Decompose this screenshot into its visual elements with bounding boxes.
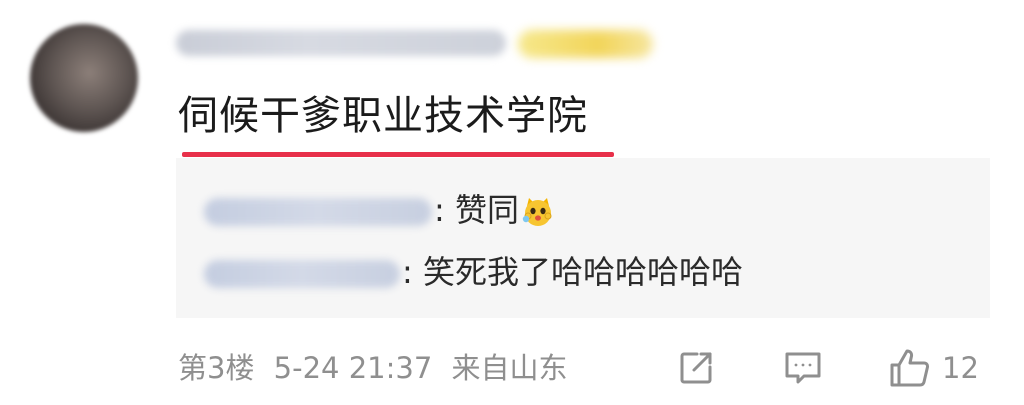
replies-box[interactable]: : 赞同 : 笑死我了哈哈哈哈哈哈	[176, 158, 990, 318]
avatar[interactable]	[30, 24, 138, 132]
reply-text: : 赞同	[434, 191, 519, 229]
like-button[interactable]: 12	[888, 346, 979, 390]
comment-icon	[785, 352, 821, 384]
reply-author-redacted[interactable]	[204, 260, 400, 288]
reply-item[interactable]: : 赞同	[176, 188, 555, 232]
location: 来自山东	[451, 351, 568, 385]
highlight-underline	[182, 152, 614, 157]
comment-text: 伺候干爹职业技术学院	[178, 93, 588, 139]
share-icon	[680, 352, 712, 384]
floor-number: 第3楼	[178, 351, 255, 385]
reply-text: : 笑死我了哈哈哈哈哈哈	[402, 253, 743, 291]
like-count: 12	[942, 351, 979, 385]
reply-item[interactable]: : 笑死我了哈哈哈哈哈哈	[176, 250, 743, 294]
reply-author-redacted[interactable]	[204, 198, 432, 226]
comment-meta: 第3楼 5-24 21:37 来自山东	[178, 348, 578, 388]
reply-button[interactable]	[782, 346, 824, 390]
timestamp: 5-24 21:37	[273, 351, 433, 385]
username-redacted[interactable]	[176, 30, 506, 56]
thumbs-up-icon	[890, 349, 930, 387]
user-badge-redacted	[518, 30, 653, 58]
comment-card: 伺候干爹职业技术学院 : 赞同 : 笑死我了哈哈哈哈哈哈 第3楼 5-24 21…	[0, 0, 1024, 405]
smiling-cat-emoji-icon	[521, 195, 555, 229]
share-button[interactable]	[676, 346, 716, 390]
